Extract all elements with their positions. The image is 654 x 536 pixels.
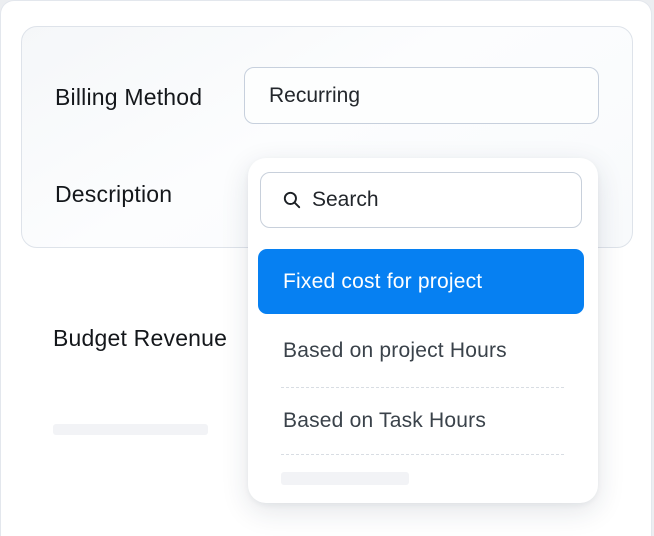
description-label: Description: [55, 178, 172, 210]
dropdown-option-label: Based on Task Hours: [283, 409, 486, 433]
billing-method-label: Billing Method: [55, 81, 202, 113]
dropdown-option-task-hours[interactable]: Based on Task Hours: [248, 388, 598, 454]
screenshot-canvas: Billing Method Recurring Description Bud…: [0, 0, 654, 536]
dropdown-option-label: Fixed cost for project: [283, 270, 482, 294]
billing-method-select[interactable]: Recurring: [244, 67, 599, 124]
dropdown-search-box[interactable]: [260, 172, 582, 228]
dropdown-option-project-hours[interactable]: Based on project Hours: [248, 314, 598, 387]
dropdown-option-label: Based on project Hours: [283, 339, 507, 363]
dropdown-option-placeholder-bar: [281, 472, 409, 485]
billing-method-value: Recurring: [269, 84, 360, 108]
dropdown-option-fixed-cost[interactable]: Fixed cost for project: [258, 249, 584, 314]
budget-revenue-label: Budget Revenue: [53, 322, 227, 354]
dropdown-search-input[interactable]: [312, 188, 552, 212]
search-icon: [283, 191, 301, 209]
page-card: Billing Method Recurring Description Bud…: [0, 0, 652, 536]
budget-revenue-placeholder-bar: [53, 424, 208, 435]
dropdown-divider: [281, 454, 564, 455]
billing-type-dropdown: Fixed cost for project Based on project …: [248, 158, 598, 503]
